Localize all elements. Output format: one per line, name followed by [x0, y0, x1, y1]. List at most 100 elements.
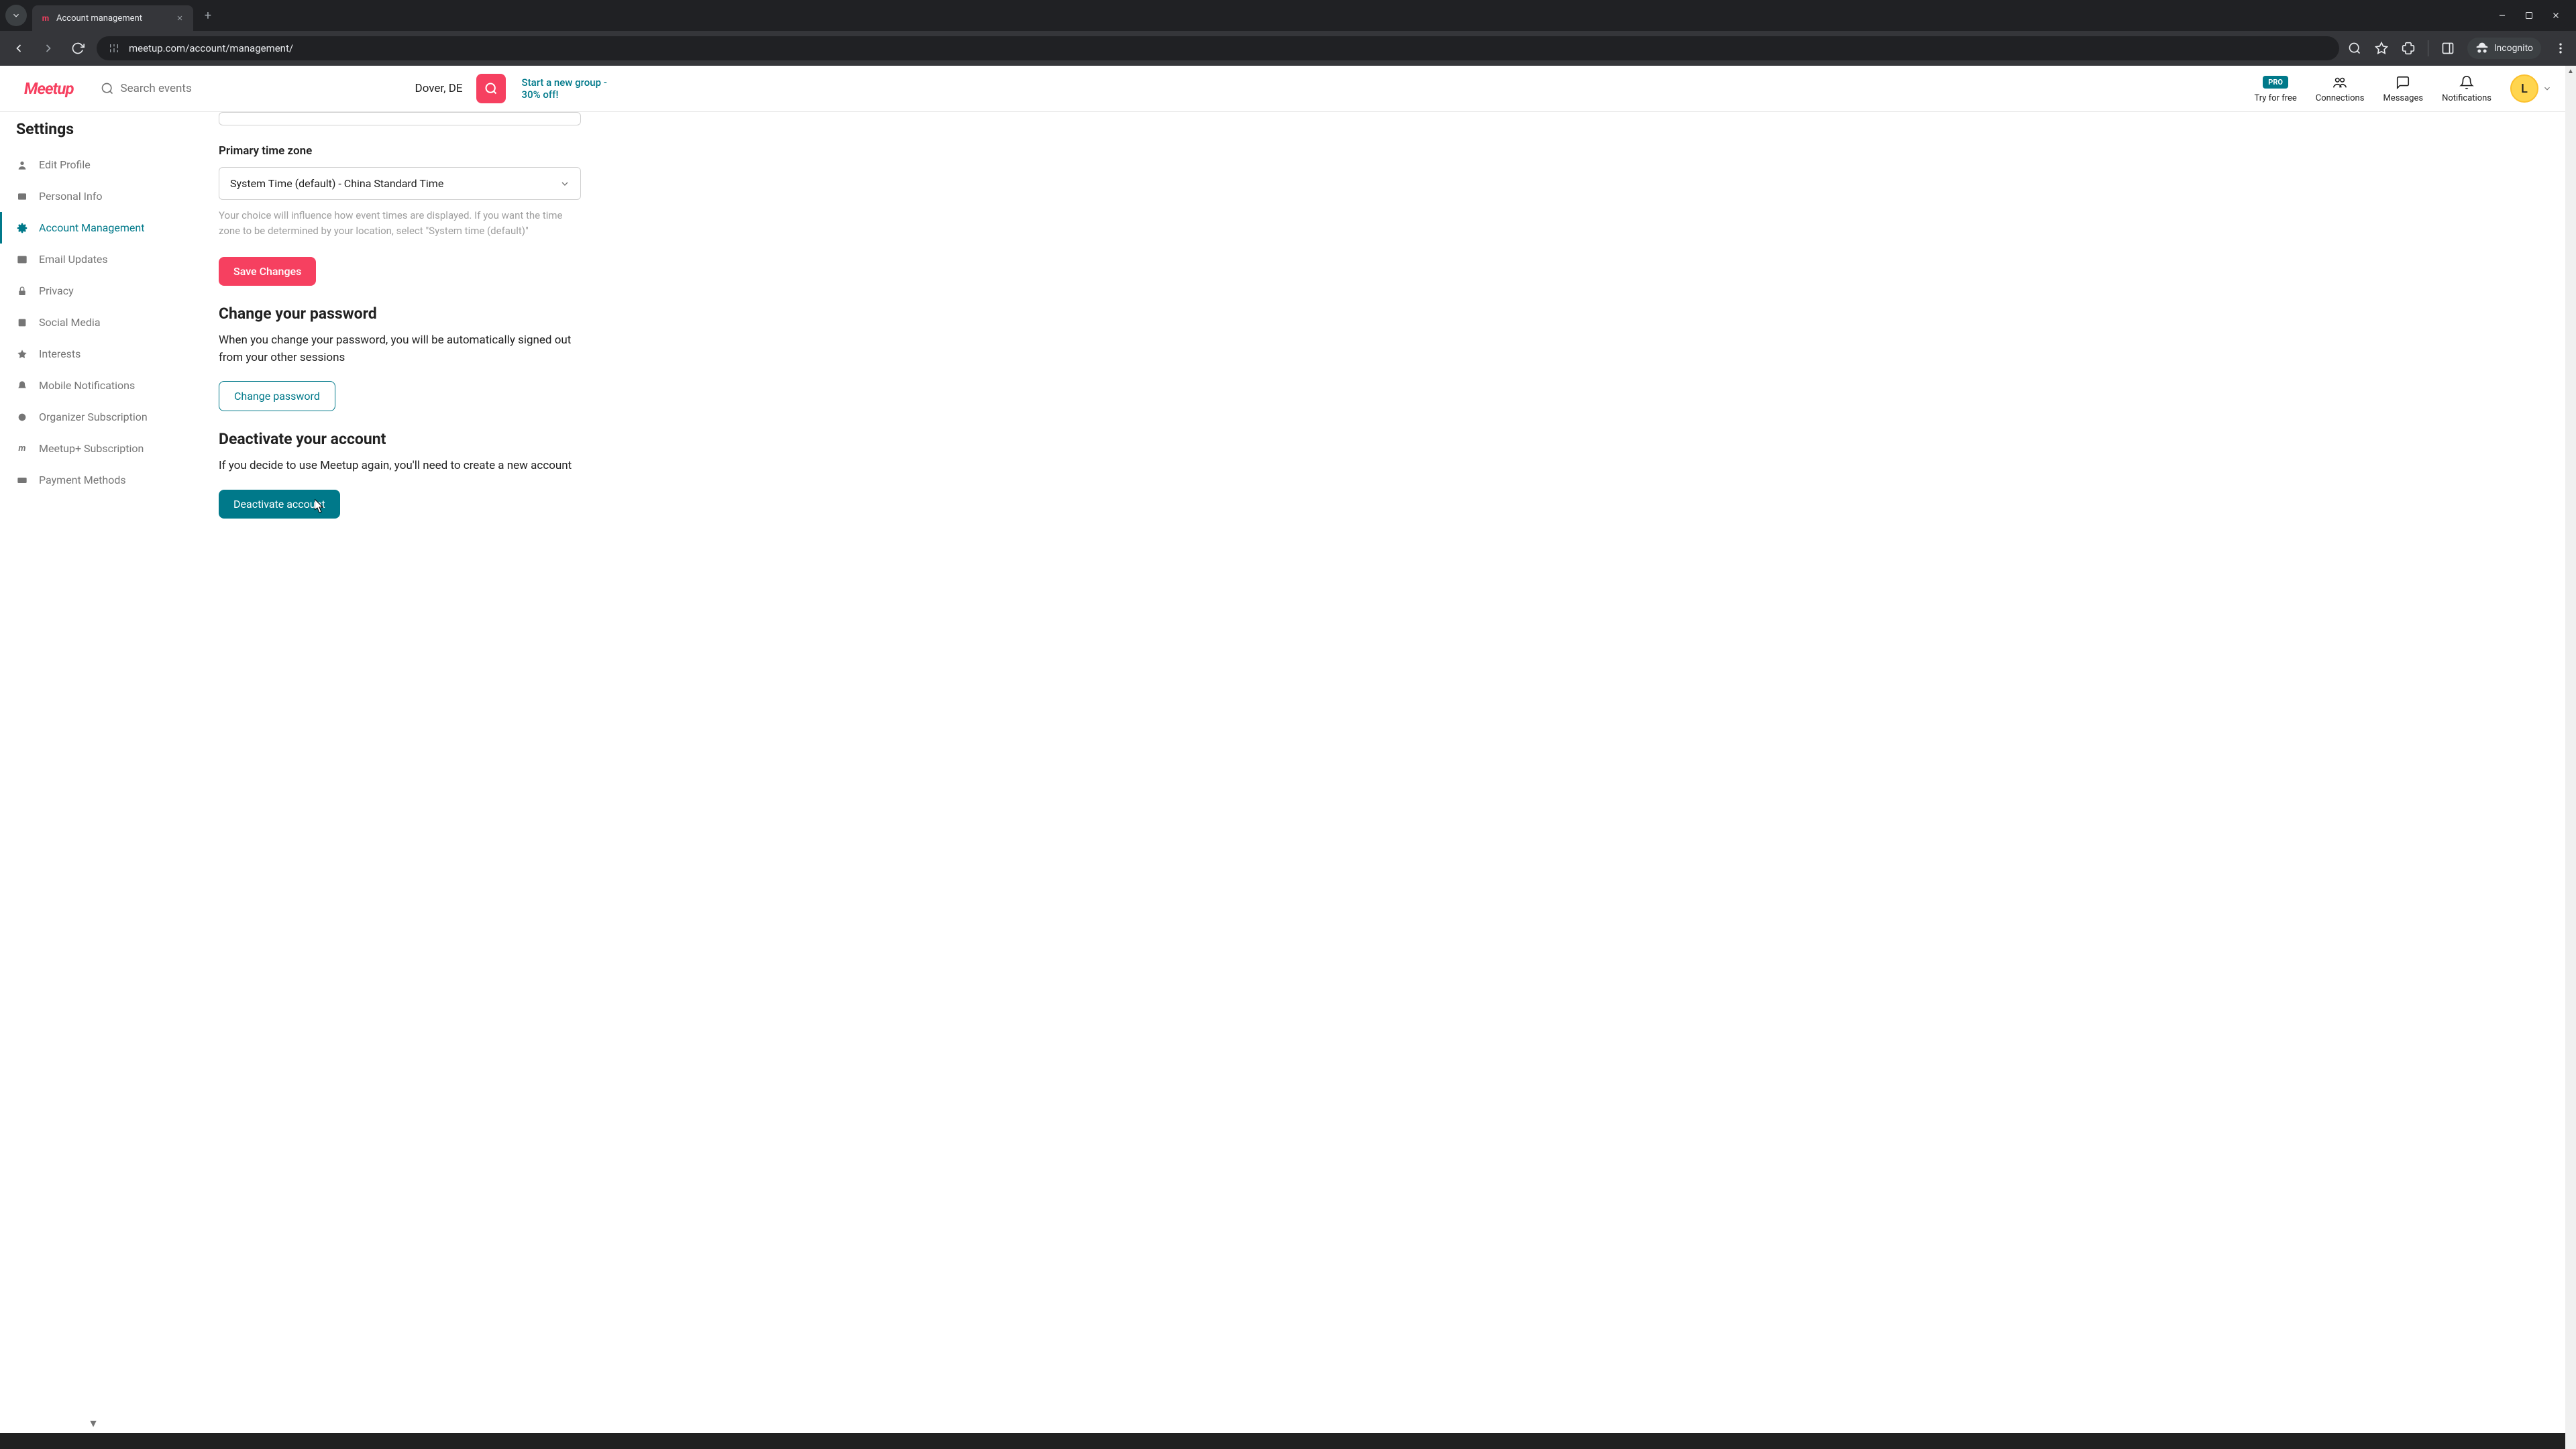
- connections-button[interactable]: Connections: [2316, 74, 2365, 103]
- lock-icon: [16, 285, 28, 297]
- bell-icon: [16, 380, 28, 392]
- pro-badge: PRO: [2263, 76, 2288, 89]
- save-section: Save Changes: [219, 257, 758, 286]
- sidebar-item-label: Email Updates: [39, 253, 108, 266]
- sidebar-item-organizer-subscription[interactable]: Organizer Subscription: [0, 401, 186, 433]
- tab-search-button[interactable]: [5, 5, 27, 26]
- side-panel-button[interactable]: [2440, 41, 2455, 56]
- extensions-button[interactable]: [2401, 41, 2416, 56]
- sidebar-item-label: Account Management: [39, 221, 144, 234]
- try-pro-button[interactable]: PRO Try for free: [2254, 74, 2296, 103]
- user-menu-button[interactable]: L: [2510, 74, 2552, 103]
- page-scrollbar[interactable]: ▲: [2565, 66, 2576, 1449]
- tab-bar: m Account management +: [0, 0, 2576, 31]
- search-events-input[interactable]: [121, 82, 391, 95]
- sidebar-item-privacy[interactable]: Privacy: [0, 275, 186, 307]
- minimize-button[interactable]: [2496, 9, 2509, 22]
- sidebar-item-edit-profile[interactable]: Edit Profile: [0, 149, 186, 180]
- sidebar-item-account-management[interactable]: Account Management: [0, 212, 186, 244]
- site-settings-button[interactable]: [107, 42, 121, 55]
- arrow-right-icon: [42, 42, 55, 55]
- close-icon: [176, 14, 184, 22]
- sidebar-item-personal-info[interactable]: Personal Info: [0, 180, 186, 212]
- forward-button[interactable]: [38, 38, 59, 59]
- tab-title: Account management: [56, 13, 169, 23]
- avatar: L: [2510, 74, 2538, 103]
- sidebar-item-meetup-plus-subscription[interactable]: m Meetup+ Subscription: [0, 433, 186, 464]
- tune-icon: [109, 43, 119, 54]
- meetup-logo[interactable]: Meetup: [24, 79, 74, 98]
- main-panel: Primary time zone System Time (default) …: [186, 112, 790, 1433]
- sidebar-item-payment-methods[interactable]: Payment Methods: [0, 464, 186, 496]
- header-right: PRO Try for free Connections Messages N: [2254, 74, 2552, 103]
- password-section: Change your password When you change you…: [219, 305, 758, 411]
- kebab-icon: [2554, 42, 2567, 55]
- window-controls: [2496, 9, 2571, 22]
- meetup-icon: m: [16, 443, 28, 455]
- messages-label: Messages: [2383, 93, 2423, 103]
- sidebar-item-interests[interactable]: Interests: [0, 338, 186, 370]
- sidebar-item-label: Meetup+ Subscription: [39, 442, 144, 455]
- reload-button[interactable]: [67, 38, 89, 59]
- browser-chrome: m Account management +: [0, 0, 2576, 66]
- notifications-button[interactable]: Notifications: [2442, 74, 2491, 103]
- search-page-button[interactable]: [2347, 41, 2362, 56]
- timezone-label: Primary time zone: [219, 144, 758, 158]
- chevron-down-icon: [2542, 84, 2552, 93]
- credit-card-icon: [16, 474, 28, 486]
- star-icon: [2375, 42, 2388, 55]
- partial-field-section: [219, 112, 758, 125]
- incognito-badge[interactable]: Incognito: [2467, 38, 2541, 59]
- window-close-button[interactable]: [2549, 9, 2563, 22]
- sidebar-item-label: Organizer Subscription: [39, 411, 148, 423]
- browser-tab[interactable]: m Account management: [32, 5, 193, 31]
- timezone-helper-text: Your choice will influence how event tim…: [219, 208, 581, 238]
- chevron-down-icon: [11, 11, 21, 20]
- tab-close-button[interactable]: [174, 13, 185, 23]
- search-container: Dover, DE: [90, 74, 506, 103]
- search-button[interactable]: [476, 74, 506, 103]
- people-icon: [2331, 75, 2349, 90]
- incognito-label: Incognito: [2494, 43, 2533, 54]
- browser-menu-button[interactable]: [2553, 41, 2568, 56]
- back-button[interactable]: [8, 38, 30, 59]
- card-icon: [16, 191, 28, 203]
- badge-icon: [16, 411, 28, 423]
- text-input[interactable]: [219, 112, 581, 125]
- site-header: Meetup Dover, DE Start a new group - 30%…: [0, 66, 2576, 112]
- change-password-button[interactable]: Change password: [219, 381, 335, 411]
- new-tab-button[interactable]: +: [199, 6, 217, 25]
- password-heading: Change your password: [219, 305, 758, 323]
- url-text: meetup.com/account/management/: [129, 42, 293, 54]
- deactivate-heading: Deactivate your account: [219, 430, 758, 448]
- share-icon: [16, 317, 28, 329]
- timezone-select[interactable]: System Time (default) - China Standard T…: [219, 167, 581, 200]
- address-bar: meetup.com/account/management/ Incognito: [0, 31, 2576, 66]
- sidebar-item-email-updates[interactable]: Email Updates: [0, 244, 186, 275]
- bookmark-button[interactable]: [2374, 41, 2389, 56]
- minimize-icon: [2498, 11, 2507, 20]
- maximize-button[interactable]: [2522, 9, 2536, 22]
- star-icon: [16, 348, 28, 360]
- reload-icon: [71, 42, 85, 55]
- url-bar[interactable]: meetup.com/account/management/: [97, 36, 2339, 60]
- sidebar-item-social-media[interactable]: Social Media: [0, 307, 186, 338]
- scroll-up-icon: ▲: [2565, 66, 2576, 76]
- sidebar-scroll-down-icon: ▼: [88, 1417, 99, 1430]
- page-footer: [0, 1433, 2576, 1449]
- start-group-link[interactable]: Start a new group - 30% off!: [522, 76, 616, 101]
- search-icon: [101, 82, 114, 95]
- save-changes-button[interactable]: Save Changes: [219, 257, 316, 286]
- page: Meetup Dover, DE Start a new group - 30%…: [0, 66, 2576, 1449]
- sidebar-item-mobile-notifications[interactable]: Mobile Notifications: [0, 370, 186, 401]
- maximize-icon: [2525, 11, 2533, 19]
- messages-button[interactable]: Messages: [2383, 74, 2423, 103]
- connections-label: Connections: [2316, 93, 2365, 103]
- incognito-icon: [2475, 42, 2489, 55]
- sidebar-item-label: Edit Profile: [39, 158, 91, 171]
- search-input-wrap: [90, 75, 402, 102]
- message-icon: [2396, 75, 2410, 90]
- location-selector[interactable]: Dover, DE: [402, 82, 476, 95]
- sidebar-item-label: Social Media: [39, 316, 101, 329]
- deactivate-account-button[interactable]: Deactivate account: [219, 490, 340, 519]
